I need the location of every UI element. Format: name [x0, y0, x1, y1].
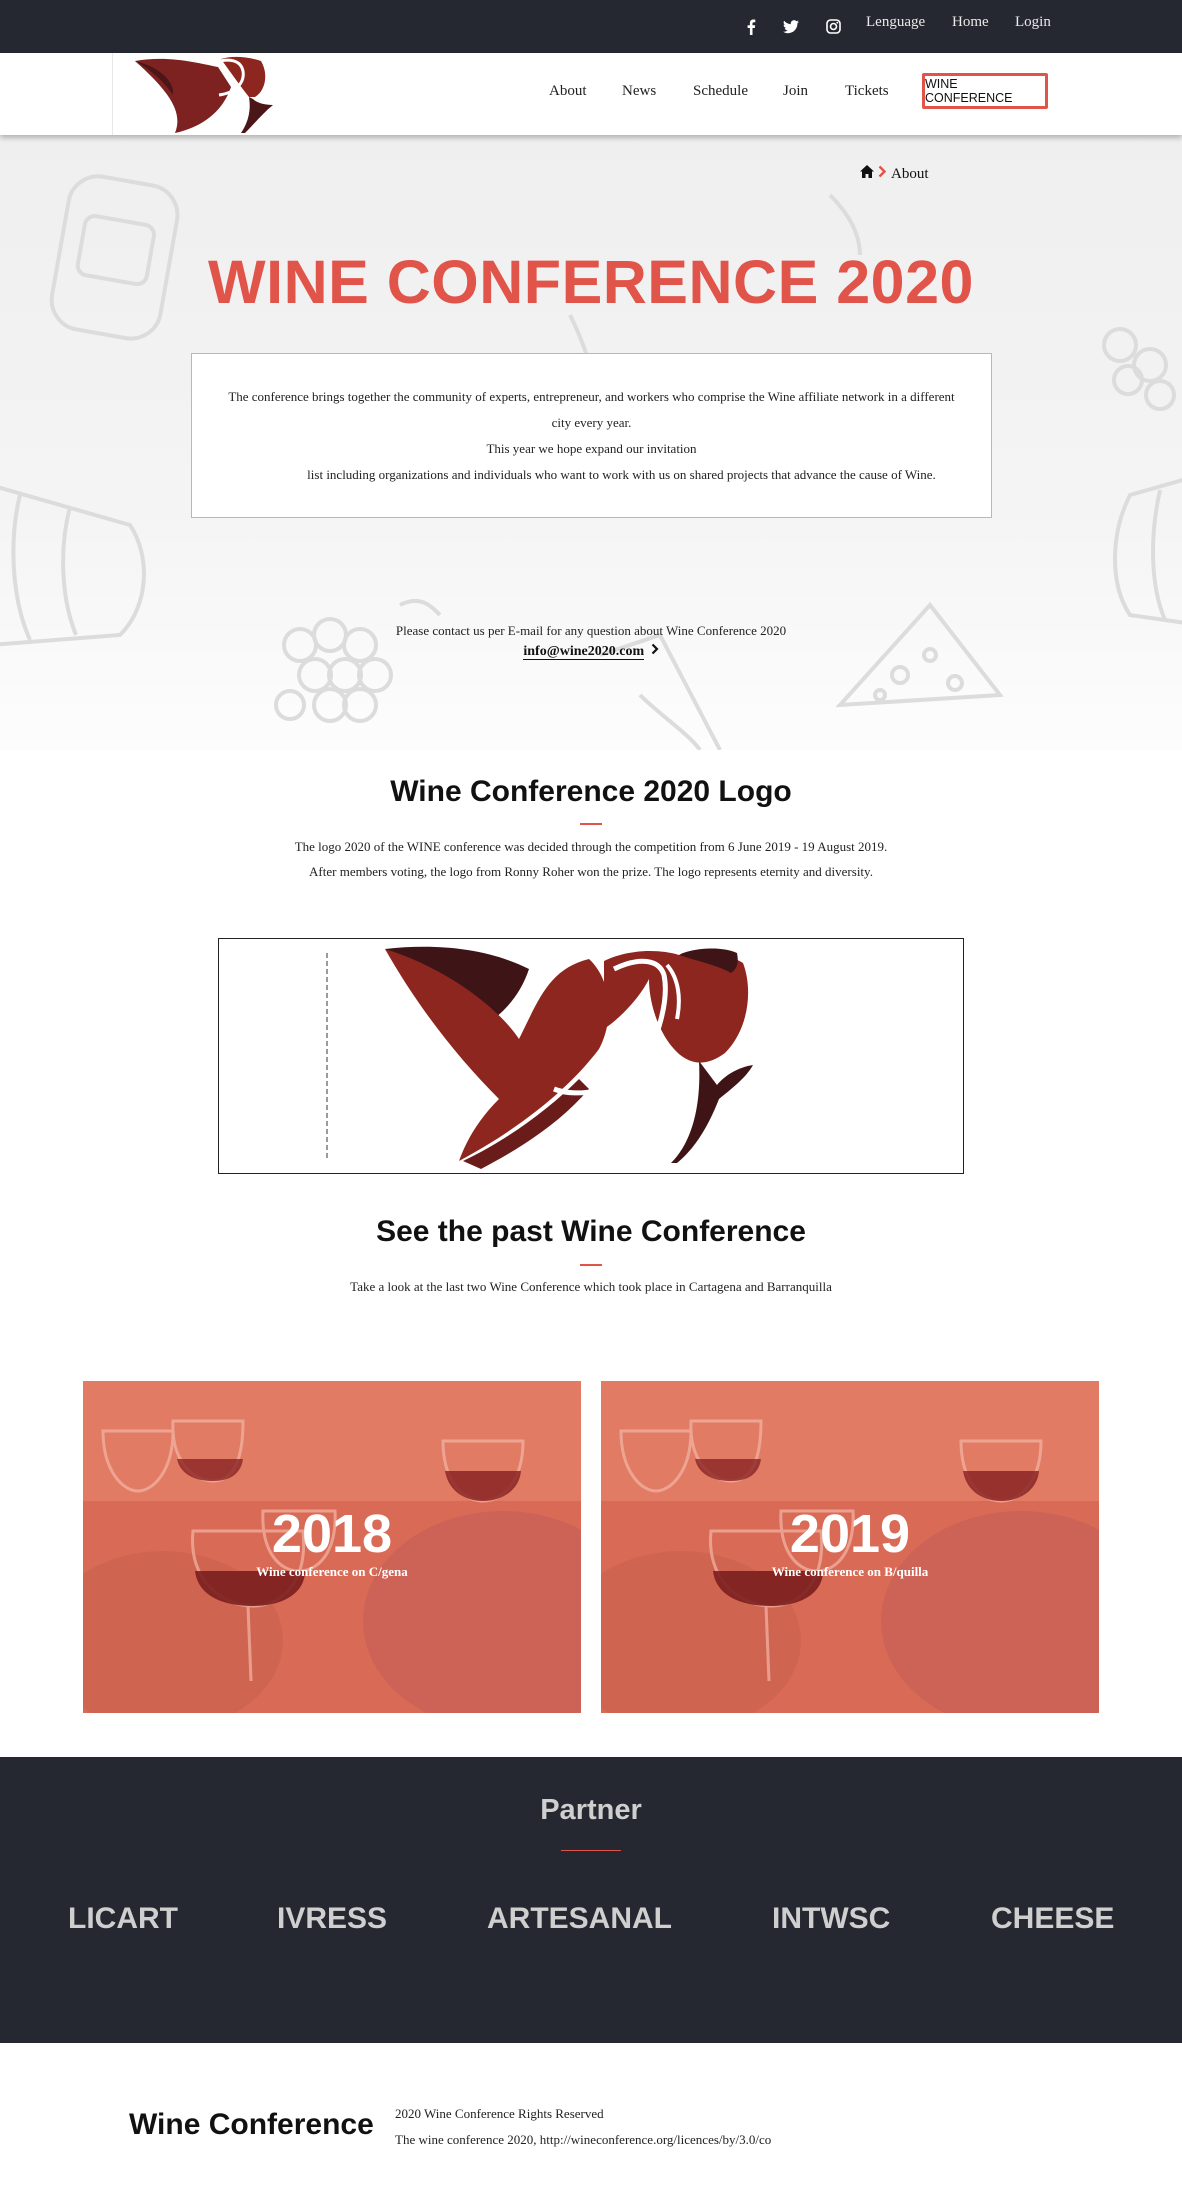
- card-year: 2018: [271, 1504, 393, 1564]
- intro-paragraph-1: The conference brings together the commu…: [228, 389, 955, 430]
- section-divider: [580, 823, 602, 825]
- intro-paragraph-2: This year we hope expand our invitation: [486, 441, 697, 456]
- past-section-title: See the past Wine Conference: [376, 1215, 806, 1248]
- facebook-icon[interactable]: [740, 0, 762, 53]
- nav-tickets[interactable]: Tickets: [845, 83, 889, 100]
- home-link[interactable]: Home: [952, 14, 989, 31]
- partner-ivress[interactable]: IVRESS: [277, 1902, 387, 1936]
- instagram-icon[interactable]: [822, 0, 844, 53]
- logo-section-title: Wine Conference 2020 Logo: [390, 775, 792, 808]
- partner-cheese[interactable]: CHEESE: [991, 1902, 1114, 1936]
- logo-section-line-2: After members voting, the logo from Ronn…: [309, 864, 873, 879]
- footer-rights: 2020 Wine Conference Rights Reserved: [395, 2106, 604, 2121]
- partner-section: Partner LICART IVRESS ARTESANAL INTWSC C…: [0, 1757, 1182, 2043]
- section-divider: [561, 1850, 621, 1851]
- partner-artesanal[interactable]: ARTESANAL: [487, 1902, 672, 1936]
- card-caption: Wine conference on C/gena: [256, 1564, 408, 1579]
- partner-licart[interactable]: LICART: [68, 1902, 178, 1936]
- footer-brand: Wine Conference: [129, 2108, 374, 2141]
- footer-license: The wine conference 2020, http://winecon…: [395, 2132, 772, 2147]
- partner-intwsc[interactable]: INTWSC: [772, 1902, 890, 1936]
- breadcrumb-current: About: [891, 165, 929, 182]
- intro-paragraph-3: list including organizations and individ…: [307, 467, 936, 482]
- past-conference-card-2018[interactable]: 2018 Wine conference on C/gena: [83, 1381, 581, 1713]
- page-title: WINE CONFERENCE 2020: [208, 248, 974, 316]
- wine-conference-button[interactable]: WINE CONFERENCE: [922, 73, 1048, 109]
- contact-email-link[interactable]: info@wine2020.com: [0, 643, 1182, 660]
- past-conference-card-2019[interactable]: 2019 Wine conference on B/quilla: [601, 1381, 1099, 1713]
- twitter-icon[interactable]: [780, 0, 802, 53]
- nav-schedule[interactable]: Schedule: [693, 83, 748, 100]
- home-icon[interactable]: [860, 165, 874, 183]
- card-caption: Wine conference on B/quilla: [771, 1564, 929, 1579]
- site-logo[interactable]: [112, 53, 282, 135]
- login-link[interactable]: Login: [1015, 14, 1051, 31]
- top-bar: Lenguage Home Login: [0, 0, 1182, 53]
- conference-logo-image: [218, 938, 964, 1174]
- language-link[interactable]: Lenguage: [866, 14, 925, 31]
- contact-text: Please contact us per E-mail for any que…: [395, 623, 787, 638]
- main-navbar: About News Schedule Join Tickets WINE CO…: [0, 53, 1182, 135]
- chevron-right-icon: [878, 165, 887, 183]
- past-section-text: Take a look at the last two Wine Confere…: [350, 1279, 832, 1294]
- nav-about[interactable]: About: [549, 83, 587, 100]
- breadcrumb: About: [860, 165, 929, 183]
- nav-join[interactable]: Join: [783, 83, 808, 100]
- chevron-right-icon: [651, 643, 659, 660]
- nav-news[interactable]: News: [622, 83, 656, 100]
- hero-section: About WINE CONFERENCE 2020 The conferenc…: [0, 135, 1182, 750]
- partner-title: Partner: [540, 1794, 642, 1826]
- logo-section-line-1: The logo 2020 of the WINE conference was…: [294, 839, 888, 854]
- card-year: 2019: [789, 1504, 911, 1564]
- contact-email[interactable]: info@wine2020.com: [523, 643, 645, 660]
- section-divider: [580, 1264, 602, 1266]
- intro-box: The conference brings together the commu…: [191, 353, 992, 518]
